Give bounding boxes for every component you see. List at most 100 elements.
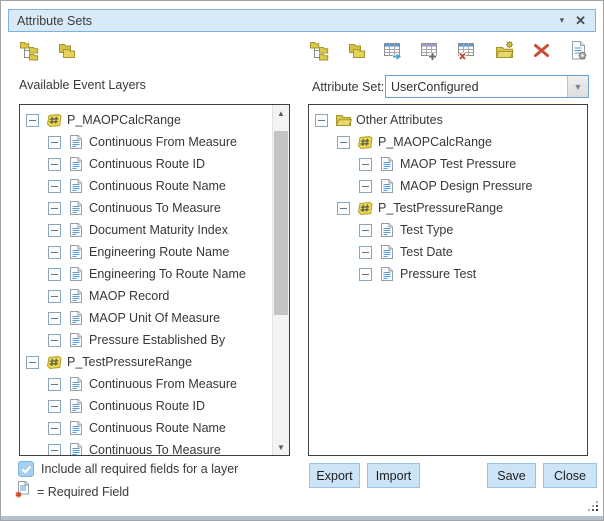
tree-node-label: Continuous From Measure bbox=[89, 135, 237, 149]
collapse-toggle[interactable] bbox=[48, 180, 61, 193]
tree-row[interactable]: MAOP Design Pressure bbox=[309, 175, 587, 197]
collapse-toggle[interactable] bbox=[48, 158, 61, 171]
tree-row[interactable]: P_MAOPCalcRange bbox=[20, 109, 272, 131]
document-gear-icon bbox=[568, 40, 589, 64]
resize-grip[interactable] bbox=[587, 500, 600, 513]
collapse-window-icon[interactable]: ▾ bbox=[560, 15, 565, 26]
properties-button[interactable] bbox=[566, 40, 590, 64]
tree-node-label: Engineering To Route Name bbox=[89, 267, 246, 281]
chevron-down-icon[interactable]: ▼ bbox=[567, 76, 588, 97]
event-layer-icon bbox=[356, 135, 374, 150]
window-title: Attribute Sets bbox=[9, 14, 92, 28]
field-icon bbox=[378, 178, 396, 194]
tree-row[interactable]: Pressure Established By bbox=[20, 329, 272, 351]
table-remove-icon bbox=[457, 40, 478, 64]
collapse-toggle[interactable] bbox=[337, 136, 350, 149]
tree-node-label: MAOP Unit Of Measure bbox=[89, 311, 220, 325]
attribute-set-tree: Other Attributes P_MAOPCalcRange MAOP Te… bbox=[309, 105, 587, 285]
collapse-toggle[interactable] bbox=[26, 114, 39, 127]
tree-row[interactable]: Test Date bbox=[309, 241, 587, 263]
tree-row[interactable]: Engineering Route Name bbox=[20, 241, 272, 263]
new-set-button[interactable] bbox=[492, 40, 516, 64]
export-button[interactable]: Export bbox=[309, 463, 360, 488]
collapse-toggle[interactable] bbox=[315, 114, 328, 127]
collapse-toggle[interactable] bbox=[48, 334, 61, 347]
delete-button[interactable] bbox=[529, 40, 553, 64]
include-required-checkbox[interactable] bbox=[18, 461, 34, 477]
collapse-toggle[interactable] bbox=[48, 224, 61, 237]
collapse-toggle[interactable] bbox=[359, 158, 372, 171]
delete-icon bbox=[531, 40, 552, 64]
layer-tree-button[interactable] bbox=[17, 40, 41, 64]
tree-node-label: Test Date bbox=[400, 245, 453, 259]
collapse-toggle[interactable] bbox=[48, 290, 61, 303]
available-layers-panel: P_MAOPCalcRange Continuous From Measure … bbox=[19, 104, 290, 456]
tree-row[interactable]: Continuous To Measure bbox=[20, 197, 272, 219]
window-bottom-edge bbox=[1, 516, 603, 520]
add-layer-tree-button[interactable] bbox=[307, 40, 331, 64]
tree-row[interactable]: Engineering To Route Name bbox=[20, 263, 272, 285]
collapse-toggle[interactable] bbox=[48, 136, 61, 149]
tree-row[interactable]: Continuous From Measure bbox=[20, 373, 272, 395]
close-button[interactable]: Close bbox=[543, 463, 597, 488]
collapse-toggle[interactable] bbox=[48, 246, 61, 259]
attribute-set-dropdown[interactable]: UserConfigured ▼ bbox=[385, 75, 589, 98]
field-icon bbox=[67, 310, 85, 326]
collapse-toggle[interactable] bbox=[48, 202, 61, 215]
collapse-toggle[interactable] bbox=[359, 180, 372, 193]
tree-row[interactable]: MAOP Unit Of Measure bbox=[20, 307, 272, 329]
include-required-label: Include all required fields for a layer bbox=[41, 462, 238, 476]
tree-row[interactable]: P_MAOPCalcRange bbox=[309, 131, 587, 153]
field-icon bbox=[67, 398, 85, 414]
tree-row[interactable]: Other Attributes bbox=[309, 109, 587, 131]
scroll-down-icon[interactable]: ▼ bbox=[273, 439, 289, 455]
tree-node-label: Continuous To Measure bbox=[89, 443, 221, 456]
table-remove-button[interactable] bbox=[455, 40, 479, 64]
layer-tree-icon bbox=[309, 40, 330, 64]
folders-icon bbox=[346, 40, 367, 64]
tree-row[interactable]: Continuous Route ID bbox=[20, 395, 272, 417]
vertical-scrollbar[interactable]: ▲ ▼ bbox=[272, 105, 289, 455]
tree-row[interactable]: MAOP Record bbox=[20, 285, 272, 307]
scroll-up-icon[interactable]: ▲ bbox=[273, 105, 289, 121]
collapse-toggle[interactable] bbox=[48, 312, 61, 325]
close-window-icon[interactable]: ✕ bbox=[575, 14, 586, 27]
tree-row[interactable]: MAOP Test Pressure bbox=[309, 153, 587, 175]
scrollbar-thumb[interactable] bbox=[274, 131, 288, 315]
available-layers-tree: P_MAOPCalcRange Continuous From Measure … bbox=[20, 105, 289, 456]
tree-row[interactable]: Document Maturity Index bbox=[20, 219, 272, 241]
folders-button[interactable] bbox=[54, 40, 78, 64]
tree-node-label: Engineering Route Name bbox=[89, 245, 229, 259]
collapse-toggle[interactable] bbox=[359, 224, 372, 237]
collapse-toggle[interactable] bbox=[359, 246, 372, 259]
tree-node-label: Continuous Route Name bbox=[89, 179, 226, 193]
collapse-toggle[interactable] bbox=[337, 202, 350, 215]
folders-icon bbox=[56, 40, 77, 64]
tree-row[interactable]: Continuous Route Name bbox=[20, 175, 272, 197]
tree-node-label: Pressure Test bbox=[400, 267, 476, 281]
tree-row[interactable]: P_TestPressureRange bbox=[309, 197, 587, 219]
tree-row[interactable]: Test Type bbox=[309, 219, 587, 241]
collapse-toggle[interactable] bbox=[48, 422, 61, 435]
tree-node-label: P_MAOPCalcRange bbox=[378, 135, 492, 149]
tree-row[interactable]: Continuous From Measure bbox=[20, 131, 272, 153]
tree-row[interactable]: Continuous To Measure bbox=[20, 439, 272, 456]
table-export-button[interactable] bbox=[381, 40, 405, 64]
collapse-toggle[interactable] bbox=[26, 356, 39, 369]
tree-row[interactable]: Pressure Test bbox=[309, 263, 587, 285]
tree-row[interactable]: Continuous Route Name bbox=[20, 417, 272, 439]
field-icon bbox=[67, 332, 85, 348]
collapse-toggle[interactable] bbox=[48, 400, 61, 413]
import-button[interactable]: Import bbox=[367, 463, 420, 488]
tree-row[interactable]: P_TestPressureRange bbox=[20, 351, 272, 373]
collapse-toggle[interactable] bbox=[359, 268, 372, 281]
tree-row[interactable]: Continuous Route ID bbox=[20, 153, 272, 175]
open-folders-button[interactable] bbox=[344, 40, 368, 64]
collapse-toggle[interactable] bbox=[48, 444, 61, 457]
table-add-button[interactable] bbox=[418, 40, 442, 64]
field-icon bbox=[67, 288, 85, 304]
collapse-toggle[interactable] bbox=[48, 378, 61, 391]
collapse-toggle[interactable] bbox=[48, 268, 61, 281]
attribute-set-value: UserConfigured bbox=[386, 76, 567, 97]
save-button[interactable]: Save bbox=[487, 463, 536, 488]
